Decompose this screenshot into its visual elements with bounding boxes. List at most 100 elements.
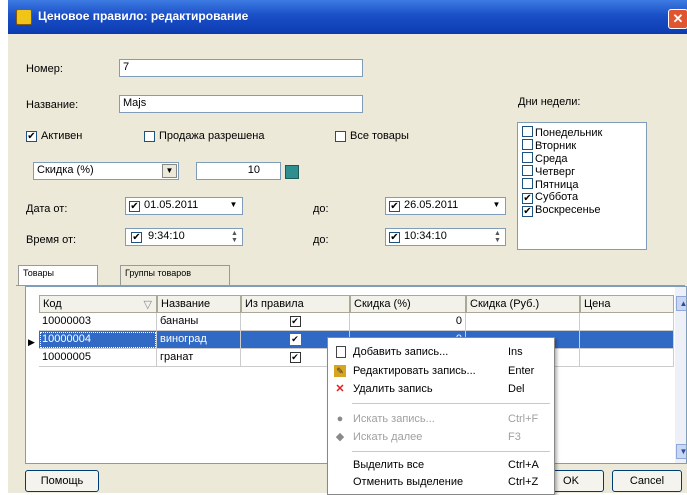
weekday-label: Воскресенье: [535, 204, 601, 216]
menu-item-deselect[interactable]: Отменить выделение Ctrl+Z: [328, 474, 554, 491]
menu-item-edit-record[interactable]: ✎ Редактировать запись... Enter: [328, 363, 554, 380]
help-button[interactable]: Помощь: [25, 470, 99, 492]
cell-discount: 0: [350, 313, 466, 331]
scroll-up-icon[interactable]: ▲: [676, 296, 686, 311]
weekday-item[interactable]: ✔ Суббота: [522, 191, 578, 204]
active-checkbox[interactable]: ✔: [26, 131, 37, 142]
date-to-label: до:: [313, 203, 329, 215]
menu-item-label: Удалить запись: [353, 383, 433, 395]
menu-item-shortcut: Ctrl+Z: [508, 476, 539, 488]
name-field[interactable]: Majs: [119, 95, 363, 113]
context-menu: Добавить запись... Ins ✎ Редактировать з…: [327, 337, 555, 495]
weekdays-list[interactable]: Понедельник Вторник Среда Четверг Пятниц…: [517, 122, 647, 250]
weekday-checkbox[interactable]: [522, 126, 533, 137]
weekday-checkbox[interactable]: [522, 152, 533, 163]
time-from-label: Время от:: [26, 234, 77, 246]
tab-strip: Товары Группы товаров: [16, 265, 685, 286]
weekday-item[interactable]: ✔ Воскресенье: [522, 204, 601, 217]
weekday-checkbox[interactable]: ✔: [522, 206, 533, 217]
cell-price: [580, 331, 674, 349]
weekday-checkbox[interactable]: ✔: [522, 193, 533, 204]
time-to-checkbox[interactable]: ✔: [389, 232, 400, 243]
menu-item-find-record: ● Искать запись... Ctrl+F: [328, 411, 554, 428]
menu-item-label: Отменить выделение: [353, 476, 464, 488]
weekday-checkbox[interactable]: [522, 165, 533, 176]
weekday-item[interactable]: Вторник: [522, 139, 576, 152]
discount-value-field[interactable]: 10: [196, 162, 281, 180]
column-header-discount-rub[interactable]: Скидка (Руб.): [466, 295, 580, 313]
time-from-checkbox[interactable]: ✔: [131, 232, 142, 243]
date-to-picker[interactable]: ✔ 26.05.2011 ▼: [385, 197, 506, 215]
column-header-code[interactable]: Код ▽: [39, 295, 157, 313]
menu-item-add-record[interactable]: Добавить запись... Ins: [328, 344, 554, 361]
time-to-label: до:: [313, 234, 329, 246]
cell-price: [580, 349, 674, 367]
menu-item-label: Искать запись...: [353, 413, 435, 425]
weekday-label: Четверг: [535, 166, 576, 178]
tab-goods[interactable]: Товары: [18, 265, 98, 285]
chevron-down-icon[interactable]: ▼: [489, 199, 504, 213]
column-header-name[interactable]: Название: [157, 295, 241, 313]
menu-item-delete-record[interactable]: ✕ Удалить запись Del: [328, 381, 554, 398]
binoculars-icon: ●: [336, 413, 344, 425]
close-button[interactable]: ✕: [668, 9, 687, 29]
table-row[interactable]: 10000003 бананы ✔ 0: [39, 313, 674, 331]
number-label: Номер:: [26, 63, 63, 75]
weekday-item[interactable]: Понедельник: [522, 126, 602, 139]
cell-discount-rub: [466, 313, 580, 331]
date-from-picker[interactable]: ✔ 01.05.2011 ▼: [125, 197, 243, 215]
sale-allowed-label: Продажа разрешена: [159, 130, 265, 142]
column-header-from-rule[interactable]: Из правила: [241, 295, 350, 313]
calculator-icon[interactable]: [285, 165, 299, 179]
chevron-down-icon[interactable]: ▼: [226, 199, 241, 213]
spin-arrows-icon[interactable]: ▲ ▼: [228, 230, 241, 244]
scroll-down-icon[interactable]: ▼: [676, 444, 686, 459]
row-pointer-icon: ▶: [28, 337, 35, 347]
menu-item-find-next: ◆ Искать далее F3: [328, 429, 554, 446]
from-rule-checkbox[interactable]: ✔: [241, 313, 350, 331]
cancel-button[interactable]: Cancel: [612, 470, 682, 492]
date-from-checkbox[interactable]: ✔: [129, 201, 140, 212]
number-field[interactable]: 7: [119, 59, 363, 77]
discount-type-select[interactable]: Скидка (%) ▼: [33, 162, 179, 180]
time-from-value: 9:34:10: [148, 230, 185, 242]
delete-icon: ✕: [335, 383, 345, 395]
weekday-label: Среда: [535, 153, 568, 165]
time-to-picker[interactable]: ✔ 10:34:10 ▲ ▼: [385, 228, 506, 246]
cell-name: гранат: [157, 349, 241, 367]
weekday-item[interactable]: Четверг: [522, 165, 575, 178]
column-header-discount-pct[interactable]: Скидка (%): [350, 295, 466, 313]
date-to-checkbox[interactable]: ✔: [389, 201, 400, 212]
all-goods-label: Все товары: [350, 130, 409, 142]
time-from-picker[interactable]: ✔ 9:34:10 ▲ ▼: [125, 228, 243, 246]
weekday-checkbox[interactable]: [522, 139, 533, 150]
spin-arrows-icon[interactable]: ▲ ▼: [491, 230, 504, 244]
menu-separator: [352, 451, 550, 452]
chevron-down-icon[interactable]: ▼: [162, 164, 177, 178]
weekday-label: Суббота: [535, 191, 579, 203]
menu-item-select-all[interactable]: Выделить все Ctrl+A: [328, 457, 554, 474]
weekday-checkbox[interactable]: [522, 178, 533, 189]
find-next-icon: ◆: [335, 431, 345, 443]
title-bar[interactable]: Ценовое правило: редактирование ✕: [8, 0, 687, 34]
menu-item-shortcut: Enter: [508, 365, 535, 377]
cell-name: бананы: [157, 313, 241, 331]
date-from-value: 01.05.2011: [144, 199, 199, 211]
all-goods-checkbox[interactable]: [335, 131, 346, 142]
menu-item-label: Искать далее: [353, 431, 423, 443]
tab-goods-groups[interactable]: Группы товаров: [120, 265, 230, 285]
column-header-price[interactable]: Цена: [580, 295, 674, 313]
cell-code: 10000004: [39, 331, 157, 349]
discount-value: 10: [247, 164, 260, 176]
menu-item-label: Выделить все: [353, 459, 425, 471]
sale-allowed-checkbox[interactable]: [144, 131, 155, 142]
weekday-label: Понедельник: [535, 127, 603, 139]
cell-code: 10000003: [39, 313, 157, 331]
name-label: Название:: [26, 99, 79, 111]
weekday-item[interactable]: Пятница: [522, 178, 579, 191]
edit-record-icon: ✎: [334, 365, 346, 377]
weekday-item[interactable]: Среда: [522, 152, 567, 165]
cell-code: 10000005: [39, 349, 157, 367]
vertical-scrollbar[interactable]: ▲ ▼: [675, 287, 686, 463]
discount-type-value: Скидка (%): [37, 164, 94, 176]
